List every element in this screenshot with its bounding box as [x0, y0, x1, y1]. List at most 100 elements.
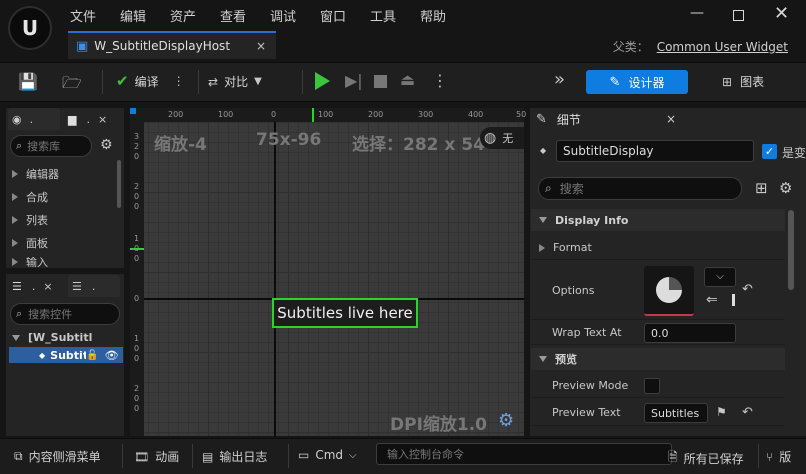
designer-icon: ✎	[609, 74, 621, 90]
diff-button[interactable]: ⇄ 对比 ▼	[208, 73, 262, 90]
film-icon: 🎞	[134, 449, 150, 464]
subtitle-widget[interactable]: Subtitles live here	[272, 298, 418, 328]
menu-tools[interactable]: 工具	[370, 6, 396, 25]
unreal-logo-icon[interactable]: U	[8, 6, 52, 50]
search-icon: ⌕	[16, 139, 23, 152]
compile-options-icon[interactable]: ⋮	[173, 74, 185, 88]
zoom-label: 缩放-4	[154, 135, 207, 155]
details-search-input[interactable]: ⌕ 搜索	[538, 177, 742, 200]
palette-category[interactable]: 面板	[12, 235, 48, 251]
preview-mode-checkbox[interactable]	[644, 378, 660, 394]
reset-icon[interactable]: ↶	[742, 405, 753, 420]
palette-tab-close-icon[interactable]: ×	[98, 113, 107, 126]
menu-edit[interactable]: 编辑	[120, 6, 146, 25]
palette-category[interactable]: 编辑器	[12, 166, 59, 182]
parent-class-link[interactable]: Common User Widget	[657, 40, 788, 54]
menu-asset[interactable]: 资产	[170, 6, 196, 25]
ruler-corner	[130, 108, 136, 114]
stop-icon[interactable]	[374, 75, 387, 88]
prop-format[interactable]: Format	[531, 236, 785, 260]
browse-icon[interactable]: 🗁	[62, 72, 82, 99]
prop-label: Preview Mode	[552, 379, 629, 392]
play-options-icon[interactable]: ⋮	[432, 71, 448, 90]
table-view-icon[interactable]: ⊞	[755, 179, 768, 197]
menu-debug[interactable]: 调试	[270, 6, 296, 25]
screen-mode-button[interactable]: ◍ 无	[480, 127, 524, 149]
eject-icon[interactable]: ⏏	[400, 70, 415, 89]
close-window-icon[interactable]: ✕	[774, 3, 789, 24]
save-icon[interactable]: 💾	[18, 72, 38, 91]
expand-icon[interactable]: »	[554, 69, 565, 90]
step-icon[interactable]: ▶|	[345, 71, 363, 90]
terminal-icon: ▭	[298, 448, 310, 462]
chevron-down-icon: ▼	[254, 76, 262, 87]
hierarchy-selected-item[interactable]: ◆ Subtit 🔓 👁	[9, 347, 123, 363]
hierarchy-search-input[interactable]: ⌕ 搜索控件	[10, 303, 120, 325]
graph-button[interactable]: ⊞ 图表	[722, 73, 764, 90]
bind-widgets-tab[interactable]: ☰.	[68, 275, 120, 297]
console-input[interactable]: 输入控制台命令	[376, 443, 672, 465]
designer-canvas[interactable]	[144, 122, 524, 436]
gear-icon[interactable]: ⚙	[100, 137, 113, 153]
ruler-tick-label: 200	[168, 110, 184, 119]
list-icon: ☰	[72, 279, 82, 293]
animation-button[interactable]: 🎞 动画	[134, 448, 179, 465]
section-label: 预览	[555, 353, 577, 366]
wrap-text-input[interactable]: 0.0	[644, 323, 736, 343]
hierarchy-tab[interactable]: ☰. ×	[8, 275, 64, 297]
use-selected-icon[interactable]: ⇐	[706, 292, 718, 308]
minimize-icon[interactable]: —	[690, 5, 704, 21]
prop-label: Preview Text	[552, 406, 621, 419]
eye-icon[interactable]: 👁	[105, 349, 119, 362]
dpi-settings-icon[interactable]: ⚙	[498, 410, 514, 431]
compile-button[interactable]: ✔ 编译 ⋮	[116, 72, 185, 90]
diamond-icon: ◆	[540, 146, 547, 155]
widget-blueprint-icon: ▣	[76, 38, 89, 54]
document-tab[interactable]: ▣ W_SubtitleDisplayHost ×	[68, 31, 276, 59]
cmd-dropdown[interactable]: ▭ Cmd ⌵	[298, 448, 357, 462]
menu-window[interactable]: 窗口	[320, 6, 346, 25]
save-status-label: 所有已保存	[683, 452, 744, 466]
library-tab[interactable]: ◉.	[8, 108, 60, 130]
palette-category[interactable]: 输入	[12, 257, 48, 267]
output-log-button[interactable]: ▤ 输出日志	[202, 448, 267, 465]
menu-file[interactable]: 文件	[70, 6, 96, 25]
font-dropdown[interactable]: ⌵	[704, 267, 736, 287]
parent-class-label: 父类：	[612, 40, 649, 54]
gear-icon[interactable]: ⚙	[779, 179, 792, 197]
palette-search-input[interactable]: ⌕ 搜索库	[10, 135, 92, 157]
preview-text-input[interactable]: Subtitles	[644, 403, 708, 423]
maximize-icon[interactable]	[733, 10, 744, 21]
details-tab[interactable]: ✎ 细节 ×	[530, 108, 688, 130]
cmd-label: Cmd	[315, 448, 344, 462]
designer-label: 设计器	[628, 75, 665, 90]
details-scrollbar[interactable]	[788, 210, 794, 290]
save-status[interactable]: 🗎 所有已保存	[668, 448, 744, 469]
designer-button[interactable]: ✎ 设计器	[586, 70, 688, 94]
localize-flag-icon[interactable]: ⚑	[716, 405, 727, 419]
palette-category[interactable]: 合成	[12, 189, 48, 205]
menu-view[interactable]: 查看	[220, 6, 246, 25]
content-drawer-button[interactable]: ⧉ 内容侧滑菜单	[14, 448, 101, 465]
tab-close-icon[interactable]: ×	[256, 39, 266, 53]
revision-control-button[interactable]: ⑂ 版	[766, 448, 791, 465]
details-tab-close-icon[interactable]: ×	[666, 112, 676, 126]
hierarchy-tab-close-icon[interactable]: ×	[43, 280, 52, 293]
browse-asset-icon[interactable]	[732, 294, 735, 306]
palette-category[interactable]: 列表	[12, 212, 48, 228]
section-preview[interactable]: 预览	[531, 348, 785, 370]
palette-scrollbar[interactable]	[117, 160, 121, 208]
menu-help[interactable]: 帮助	[420, 6, 446, 25]
graph-icon: ⊞	[722, 74, 733, 89]
reset-icon[interactable]: ↶	[742, 282, 753, 297]
palette-tab[interactable]: ▆. ×	[64, 108, 120, 130]
section-display-info[interactable]: Display Info	[531, 209, 785, 231]
widget-name-input[interactable]: SubtitleDisplay	[556, 140, 754, 162]
chevron-down-icon: ⌵	[349, 449, 357, 461]
hierarchy-root-item[interactable]: [W_Subtitl	[12, 331, 92, 344]
font-asset-thumbnail[interactable]	[644, 266, 694, 316]
lock-icon[interactable]: 🔓	[86, 350, 98, 361]
is-variable-checkbox[interactable]: ✓	[762, 144, 777, 159]
hierarchy-tab-label: .	[31, 279, 36, 293]
play-icon[interactable]	[315, 72, 330, 90]
